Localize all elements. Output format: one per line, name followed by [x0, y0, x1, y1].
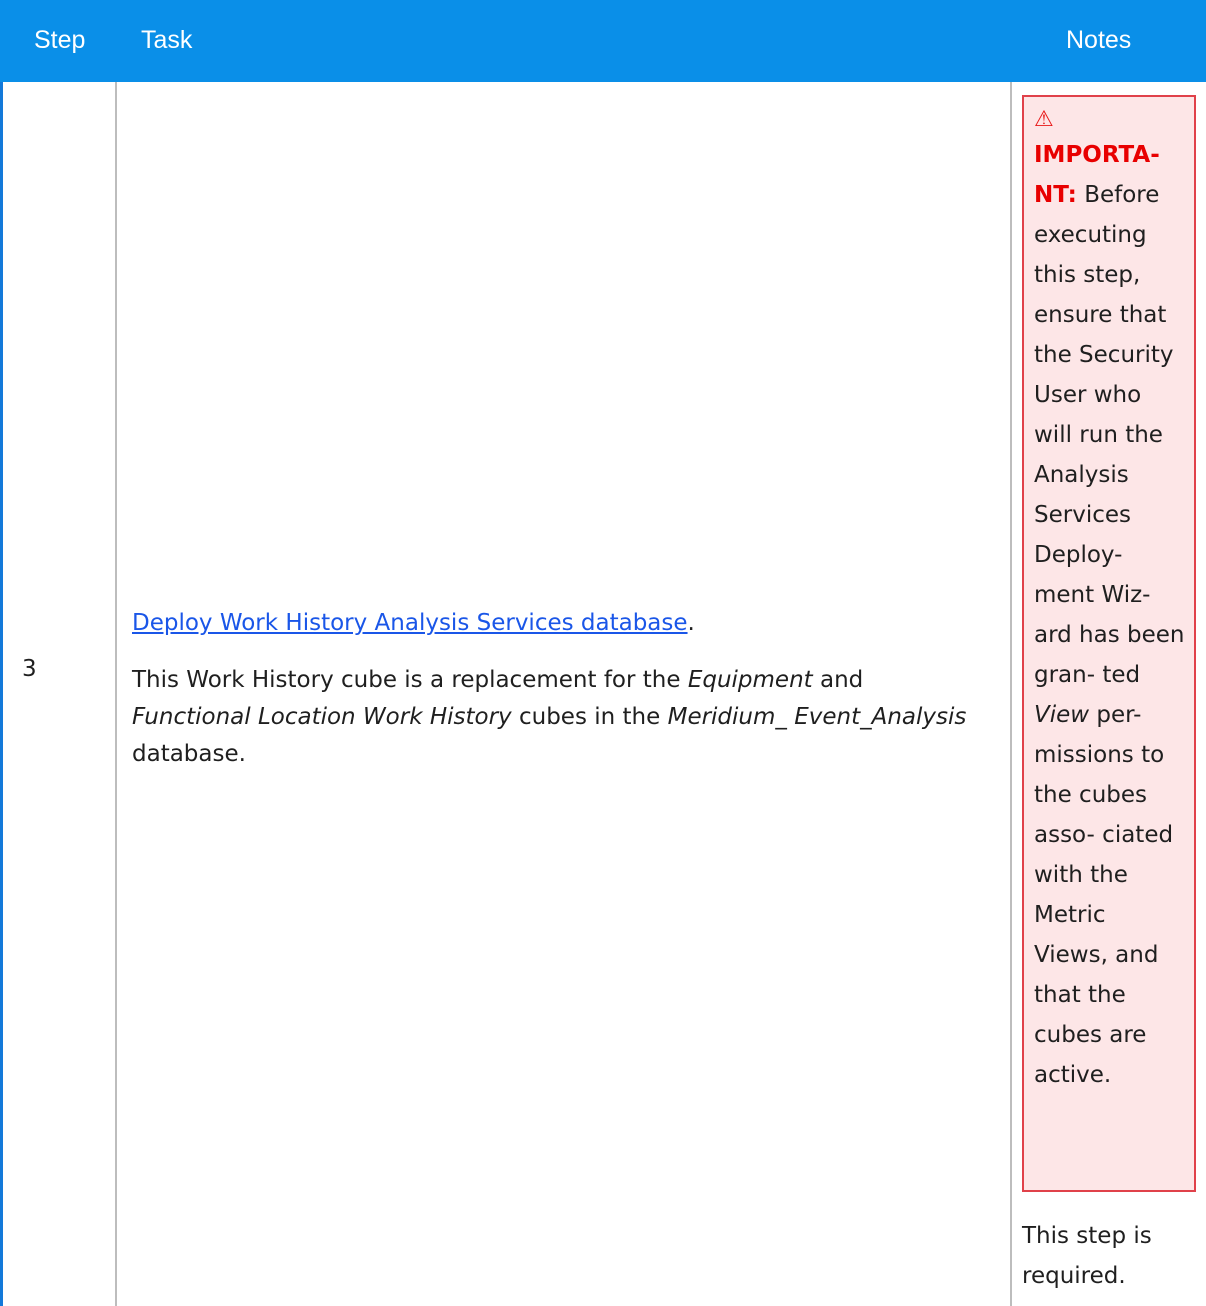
task-desc-text: and [812, 667, 864, 693]
task-desc-italic: Meridium_ Event_Analysis [667, 704, 967, 730]
note-text: IMPORTA- NT: Before executing this step,… [1034, 142, 1185, 1088]
task-desc-text: This Work History cube is a replacement … [132, 667, 688, 693]
step-number: 3 [22, 656, 37, 682]
task-cell: Deploy Work History Analysis Services da… [132, 605, 982, 793]
note-italic: View [1034, 702, 1090, 728]
header-notes: Notes [1066, 26, 1132, 54]
task-desc-italic: Equipment [687, 667, 813, 693]
task-desc-text: database. [132, 741, 246, 767]
important-note: ⚠ IMPORTA- NT: Before executing this ste… [1022, 95, 1196, 1192]
task-link-suffix: . [687, 610, 695, 636]
warning-icon: ⚠ [1034, 107, 1054, 132]
note-text-part: per- missions to the cubes asso- ciated … [1034, 702, 1174, 1088]
header-step: Step [34, 26, 86, 54]
header-task: Task [141, 26, 193, 54]
note-text-part: Before executing this step, ensure that … [1034, 182, 1185, 688]
task-desc-text: cubes in the [511, 704, 668, 730]
task-desc-italic: Functional Location Work History [132, 704, 512, 730]
task-link[interactable]: Deploy Work History Analysis Services da… [132, 610, 688, 636]
column-divider-notes [1010, 82, 1012, 1306]
table-left-border [0, 82, 3, 1306]
task-description: This Work History cube is a replacement … [132, 662, 982, 773]
steps-table: Step Task Notes 3 Deploy Work History An… [0, 0, 1206, 1306]
task-title: Deploy Work History Analysis Services da… [132, 605, 982, 642]
column-divider-step [115, 82, 117, 1306]
table-header: Step Task Notes [0, 0, 1206, 82]
required-note: This step is required. [1022, 1223, 1152, 1289]
